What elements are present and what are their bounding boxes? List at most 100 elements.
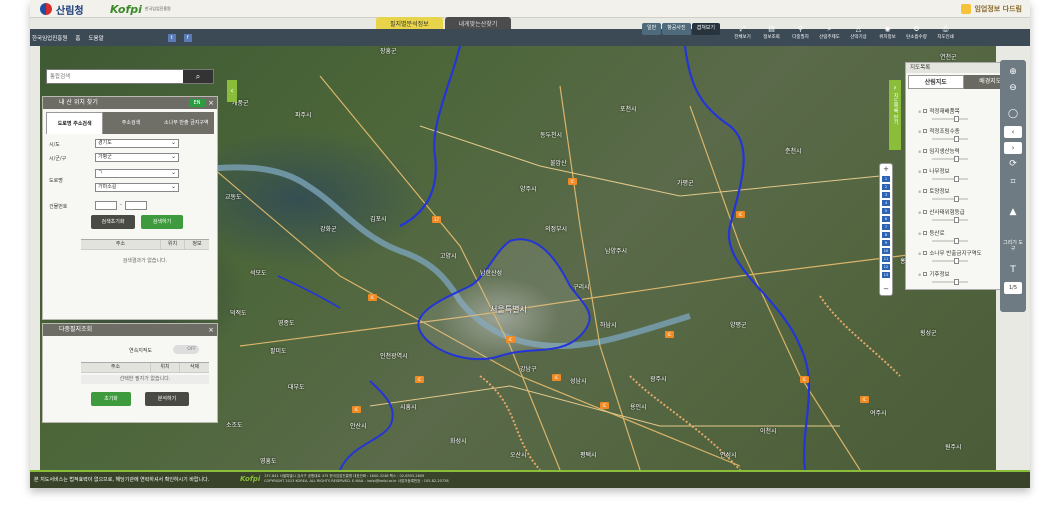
layer-item[interactable]: ⊕ 기후정보 (918, 270, 950, 279)
layer-item[interactable]: ⊕ 적정재배품목 (918, 107, 960, 116)
collapse-left-panel-button[interactable]: ‹ (227, 80, 237, 102)
sido-select[interactable]: 경기도 (95, 139, 179, 148)
search-input[interactable] (47, 70, 185, 83)
crop-icon[interactable]: ⌗ (1004, 176, 1022, 188)
tool-info-query[interactable]: ▤ 정보조회 (757, 18, 786, 40)
tool-print[interactable]: ⎙ 지도인쇄 (931, 18, 960, 40)
map-type-aerial[interactable]: 항공사진 (662, 23, 691, 35)
layer-item[interactable]: ⊕ 나무정보 (918, 167, 950, 176)
help-link[interactable]: 도움말 (88, 34, 103, 42)
draw-tools-label[interactable]: 그리기 도구 (1002, 240, 1024, 252)
layer-checkbox[interactable] (923, 251, 928, 255)
slider-handle[interactable] (954, 116, 959, 122)
tool-forest-theme[interactable]: ⌕ 산림주제도 (815, 18, 844, 40)
org-name[interactable]: 한국임업진흥원 (32, 34, 67, 42)
slider-handle[interactable] (954, 238, 959, 244)
expand-icon[interactable]: ⊕ (918, 231, 921, 236)
layer-item[interactable]: ⊕ 토양정보 (918, 187, 950, 196)
building-main-number-input[interactable] (95, 201, 117, 210)
tool-carbon[interactable]: ⚙ 탄소흡수량 (902, 18, 931, 40)
tool-full-view[interactable]: ⤢ 전체보기 (728, 18, 757, 40)
layer-checkbox[interactable] (923, 169, 928, 173)
zoom-tick[interactable]: 10 (882, 248, 890, 254)
search-button[interactable]: ⌕ (183, 70, 213, 83)
zoom-out-magnifier-icon[interactable]: ⊖ (1004, 82, 1022, 94)
expand-icon[interactable]: ⊕ (918, 210, 921, 215)
opacity-slider[interactable] (932, 238, 968, 244)
opacity-slider[interactable] (932, 258, 968, 264)
zoom-tick[interactable]: 5 (882, 208, 890, 214)
zoom-out-icon[interactable]: − (881, 285, 891, 293)
zoom-in-icon[interactable]: + (881, 165, 891, 173)
zoom-tick[interactable]: 13 (882, 272, 890, 278)
expand-icon[interactable]: ⊕ (918, 109, 921, 114)
forest-service-logo[interactable]: 산림청 (40, 2, 84, 17)
mouse-pan-icon[interactable]: ◯ (1004, 108, 1022, 120)
opacity-slider[interactable] (932, 156, 968, 162)
zoom-tick[interactable]: 9 (882, 240, 890, 246)
reset-parcel-button[interactable]: 초기화 (91, 392, 131, 406)
twitter-icon[interactable]: t (167, 33, 176, 42)
tool-multi-parcel[interactable]: ⚲ 다중필지 (786, 18, 815, 40)
analyze-button[interactable]: 분석하기 (145, 392, 189, 406)
expand-icon[interactable]: ⊕ (918, 272, 921, 277)
slider-handle[interactable] (954, 136, 959, 142)
tab-forest-map[interactable]: 산림지도 (908, 75, 964, 89)
slider-handle[interactable] (954, 196, 959, 202)
scale-button[interactable]: 1/5 (1004, 282, 1022, 294)
slider-handle[interactable] (954, 156, 959, 162)
expand-icon[interactable]: ⊕ (918, 129, 921, 134)
continuous-map-toggle[interactable]: OFF (173, 345, 199, 354)
previous-view-icon[interactable]: ‹ (1004, 126, 1022, 138)
tab-pine-ban-zone[interactable]: 소나무 반출 금지구역 (158, 112, 214, 134)
opacity-slider[interactable] (932, 196, 968, 202)
layer-checkbox[interactable] (923, 189, 928, 193)
layer-checkbox[interactable] (923, 231, 928, 235)
tool-location[interactable]: ◉ 위치정보 (873, 18, 902, 40)
tab-address[interactable]: 주소검색 (103, 112, 159, 134)
layer-checkbox[interactable] (923, 109, 928, 113)
next-view-icon[interactable]: › (1004, 142, 1022, 154)
zoom-slider[interactable]: + 1 2 3 4 5 6 7 8 9 10 11 12 13 − (879, 163, 893, 296)
layer-item[interactable]: ⊕ 등산로 (918, 229, 945, 238)
tab-road-address[interactable]: 도로명 주소검색 (46, 112, 104, 134)
opacity-slider[interactable] (932, 136, 968, 142)
layer-checkbox[interactable] (923, 149, 928, 153)
layer-item[interactable]: ⊕ 산사태위험등급 (918, 208, 965, 217)
layer-checkbox[interactable] (923, 210, 928, 214)
zoom-tick[interactable]: 12 (882, 264, 890, 270)
opacity-slider[interactable] (932, 279, 968, 285)
zoom-tick[interactable]: 3 (882, 192, 890, 198)
zoom-tick[interactable]: 11 (882, 256, 890, 262)
building-sub-number-input[interactable] (125, 201, 147, 210)
slider-handle[interactable] (954, 217, 959, 223)
road-name-select[interactable]: 가마소길 (95, 183, 179, 192)
layer-list-toggle-button[interactable]: › 지도목록 닫기 (889, 80, 901, 150)
expand-icon[interactable]: ⊕ (918, 189, 921, 194)
layer-checkbox[interactable] (923, 129, 928, 133)
road-initial-select[interactable]: ㄱ (95, 169, 179, 178)
layer-checkbox[interactable] (923, 272, 928, 276)
layer-item[interactable]: ⊕ 적정조림수종 (918, 127, 960, 136)
facebook-icon[interactable]: f (183, 33, 192, 42)
kofpi-logo[interactable]: Kofpi 한국임업진흥원 (110, 2, 171, 16)
expand-icon[interactable]: ⊕ (918, 149, 921, 154)
expand-icon[interactable]: ⊕ (918, 169, 921, 174)
sigungu-select[interactable]: 가평군 (95, 153, 179, 162)
tab-find-mountain[interactable]: 내게맞는산찾기 (444, 17, 512, 29)
opacity-slider[interactable] (932, 217, 968, 223)
home-link[interactable]: 홈 (75, 34, 80, 42)
zoom-tick[interactable]: 7 (882, 224, 890, 230)
opacity-slider[interactable] (932, 116, 968, 122)
layer-item[interactable]: ⊕ 임지생산능력 (918, 147, 960, 156)
slider-handle[interactable] (954, 279, 959, 285)
zoom-tick[interactable]: 8 (882, 232, 890, 238)
reset-search-button[interactable]: 검색초기화 (91, 215, 135, 229)
search-submit-button[interactable]: 검색하기 (141, 215, 183, 229)
expand-icon[interactable]: ⊕ (918, 251, 921, 256)
zoom-in-magnifier-icon[interactable]: ⊕ (1004, 66, 1022, 78)
zoom-tick[interactable]: 1 (882, 176, 890, 182)
close-icon[interactable]: × (208, 97, 214, 109)
layer-item[interactable]: ⊕ 소나무 반출금지구역도 (918, 249, 982, 258)
dadrim-logo[interactable]: 임업정보 다드림 (961, 2, 1022, 16)
